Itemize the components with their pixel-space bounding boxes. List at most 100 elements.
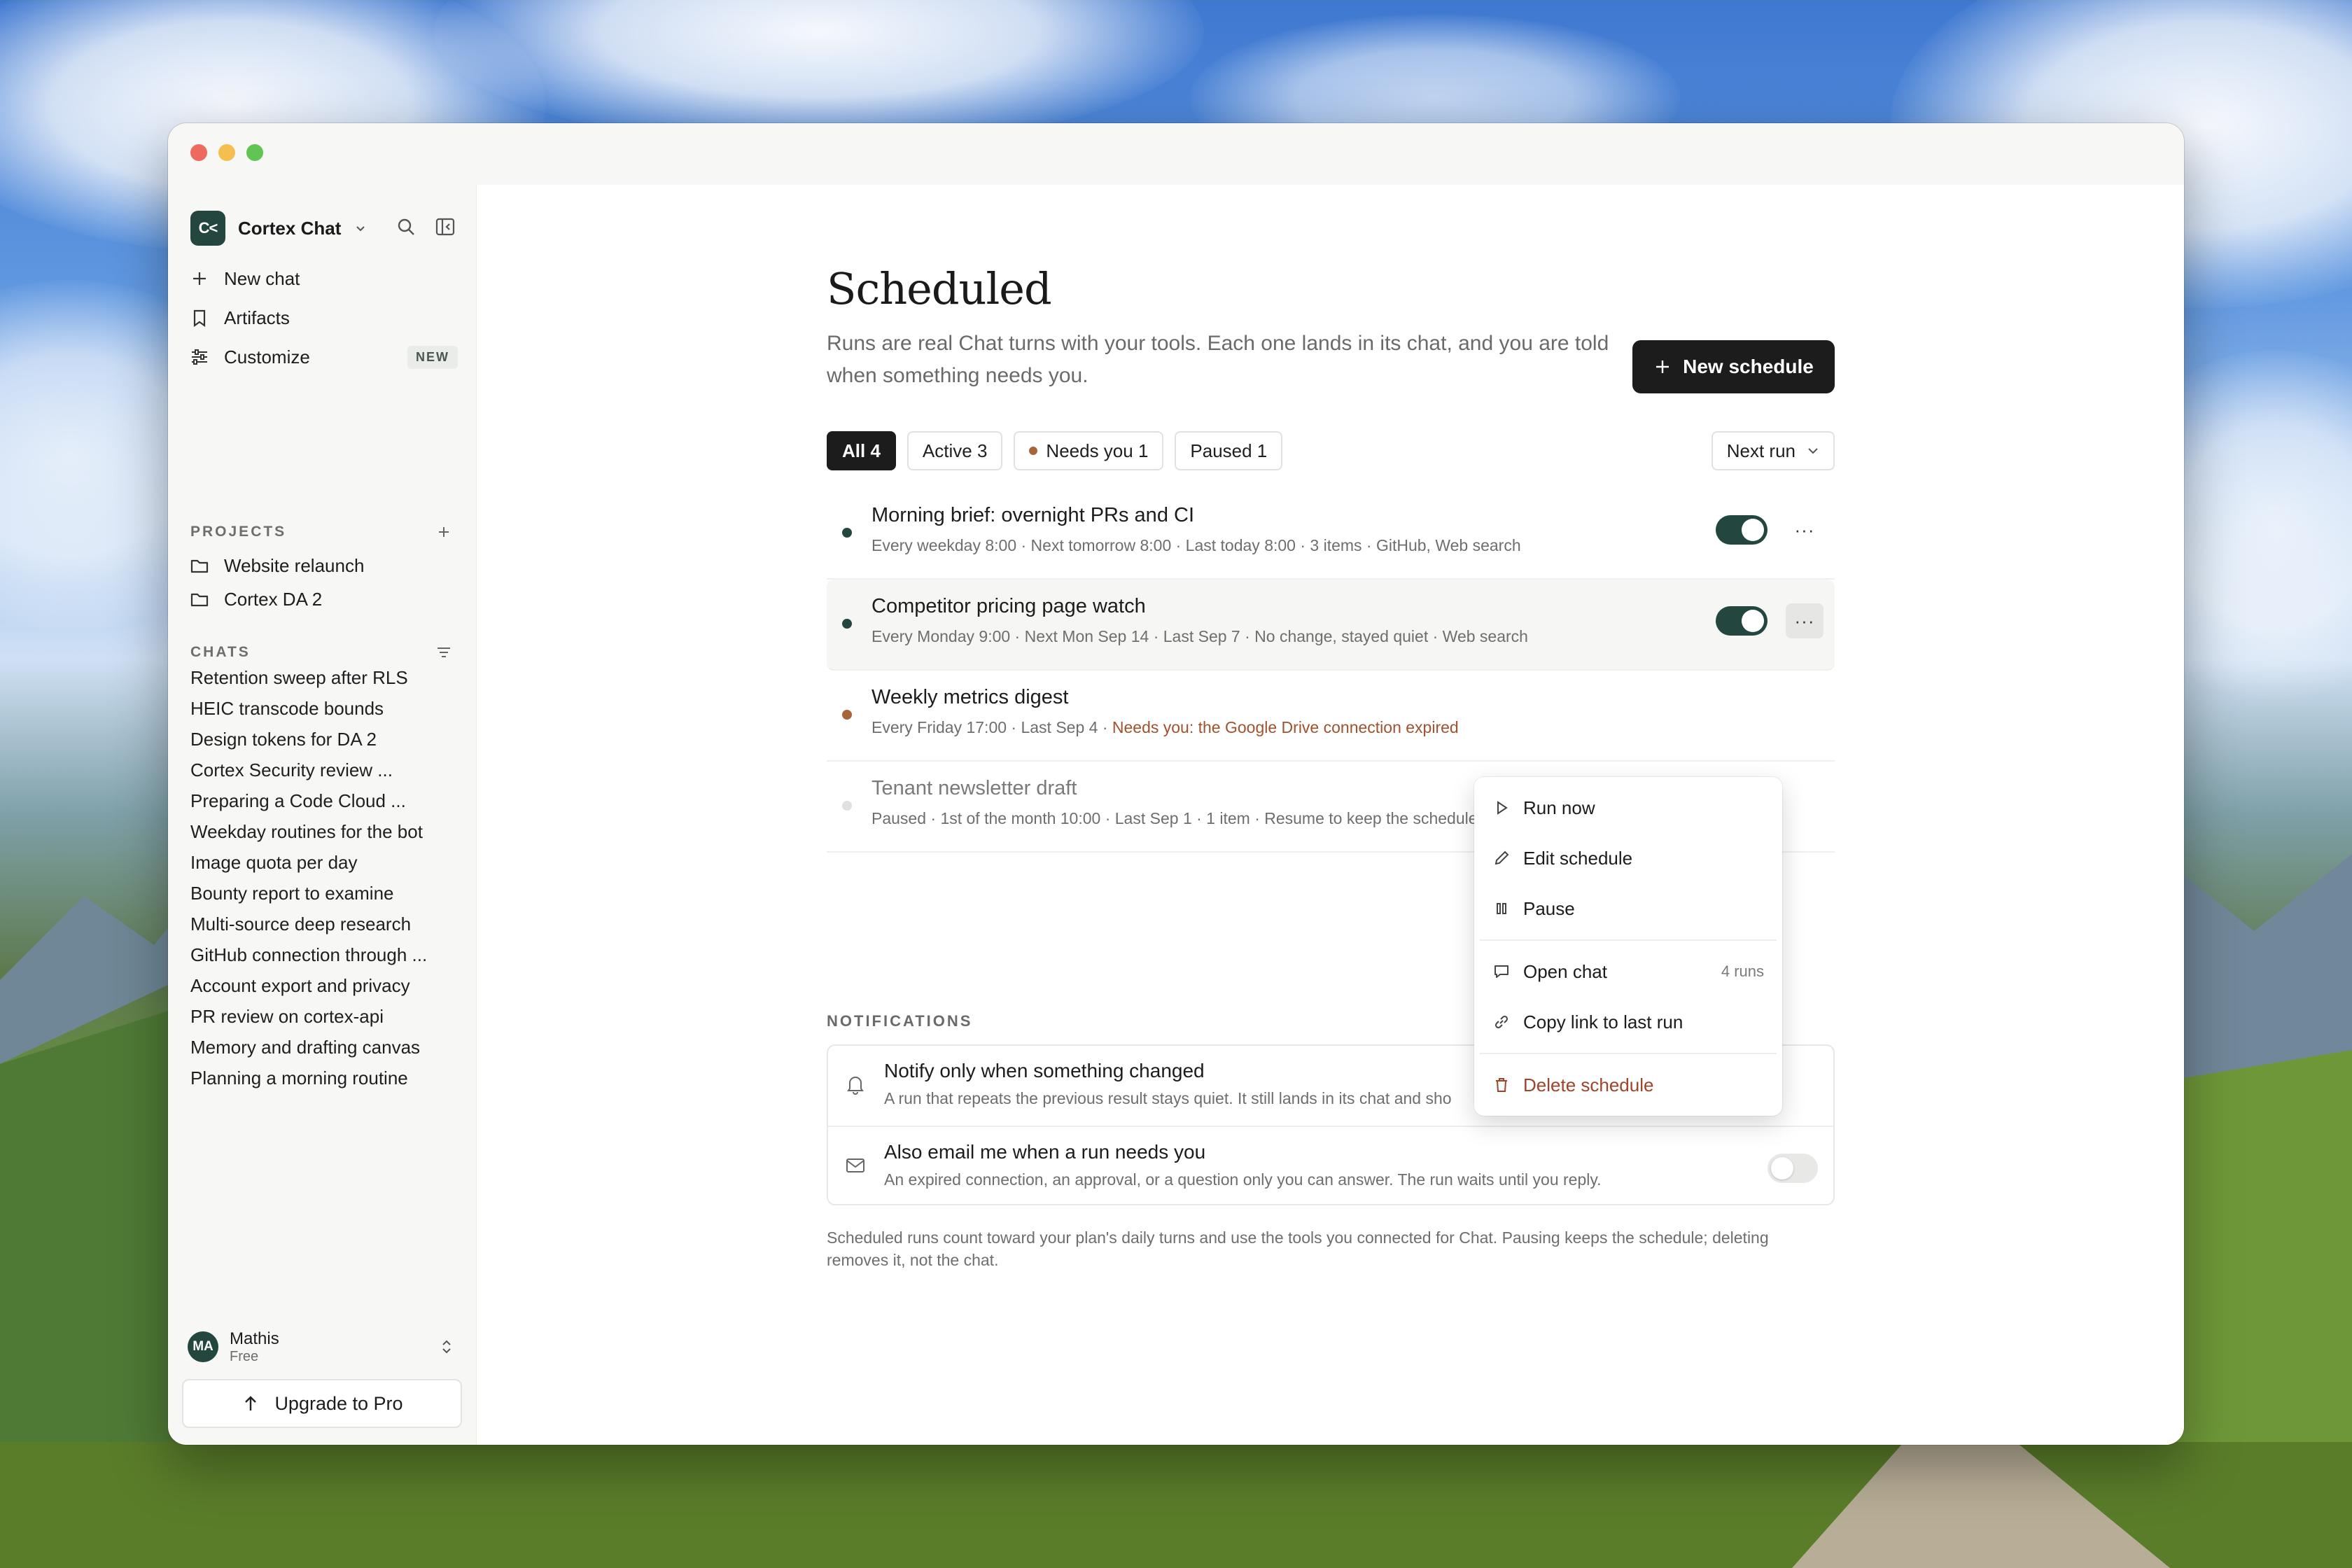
nav-customize[interactable]: Customize NEW bbox=[189, 337, 458, 377]
menu-copy-link[interactable]: Copy link to last run bbox=[1474, 997, 1782, 1047]
upgrade-button[interactable]: Upgrade to Pro bbox=[182, 1379, 462, 1428]
needs-you-dot bbox=[1029, 447, 1038, 455]
menu-label: Open chat bbox=[1523, 960, 1607, 982]
plus-icon bbox=[1656, 360, 1670, 373]
upgrade-label: Upgrade to Pro bbox=[274, 1392, 403, 1414]
new-schedule-label: New schedule bbox=[1683, 356, 1814, 377]
chat-item[interactable]: HEIC transcode bounds bbox=[190, 693, 456, 724]
schedule-row[interactable]: Morning brief: overnight PRs and CI Ever… bbox=[827, 489, 1835, 580]
notification-title: Also email me when a run needs you bbox=[884, 1141, 1206, 1163]
chat-item[interactable]: Design tokens for DA 2 bbox=[190, 724, 456, 755]
menu-label: Delete schedule bbox=[1523, 1074, 1654, 1096]
chat-item[interactable]: Memory and drafting canvas bbox=[190, 1032, 456, 1063]
chevron-down-icon bbox=[356, 226, 365, 232]
arrow-up-icon bbox=[245, 1396, 257, 1410]
schedule-meta: Every weekday 8:00 · Next tomorrow 8:00 … bbox=[872, 536, 1521, 554]
email-toggle[interactable] bbox=[1768, 1154, 1818, 1183]
notifications-heading: NOTIFICATIONS bbox=[827, 1012, 973, 1030]
filter-all[interactable]: All 4 bbox=[827, 431, 896, 470]
page-title: Scheduled bbox=[827, 263, 1052, 314]
more-options-button[interactable]: ··· bbox=[1786, 603, 1823, 638]
more-options-button[interactable]: ··· bbox=[1786, 512, 1823, 547]
menu-open-chat[interactable]: Open chat 4 runs bbox=[1474, 946, 1782, 997]
play-icon bbox=[1497, 801, 1508, 815]
project-item[interactable]: Website relaunch bbox=[189, 549, 458, 582]
folder-icon bbox=[190, 559, 209, 573]
new-schedule-button[interactable]: New schedule bbox=[1632, 340, 1835, 393]
chat-item[interactable]: GitHub connection through ... bbox=[190, 939, 456, 970]
projects-heading: PROJECTS bbox=[190, 524, 287, 540]
schedule-meta: Every Friday 17:00 · Last Sep 4 · Needs … bbox=[872, 718, 1459, 737]
chat-item[interactable]: Multi-source deep research bbox=[190, 909, 456, 939]
notification-desc: An expired connection, an approval, or a… bbox=[884, 1170, 1602, 1189]
run-count: 4 runs bbox=[1721, 962, 1764, 980]
schedule-title: Weekly metrics digest bbox=[872, 686, 1069, 708]
projects-list: Website relaunch Cortex DA 2 bbox=[189, 549, 458, 616]
pause-icon bbox=[1497, 903, 1506, 914]
menu-label: Edit schedule bbox=[1523, 847, 1633, 869]
menu-edit-schedule[interactable]: Edit schedule bbox=[1474, 833, 1782, 883]
filter-needs-you[interactable]: Needs you 1 bbox=[1014, 431, 1164, 470]
chat-bubble-icon bbox=[1494, 965, 1508, 978]
schedule-row[interactable]: Competitor pricing page watch Every Mond… bbox=[827, 580, 1835, 671]
chat-item[interactable]: PR review on cortex-api bbox=[190, 1001, 456, 1032]
close-window-button[interactable] bbox=[190, 144, 207, 161]
filter-active[interactable]: Active 3 bbox=[906, 431, 1003, 470]
bookmark-icon bbox=[193, 309, 206, 328]
filter-label: Needs you 1 bbox=[1046, 440, 1149, 461]
notification-setting: Also email me when a run needs you An ex… bbox=[828, 1126, 1833, 1205]
chat-item[interactable]: Account export and privacy bbox=[190, 970, 456, 1001]
trash-icon bbox=[1496, 1078, 1507, 1092]
nav-new-chat[interactable]: New chat bbox=[189, 259, 458, 298]
collapse-sidebar-icon[interactable] bbox=[434, 216, 456, 238]
status-dot-active bbox=[842, 528, 852, 538]
search-icon[interactable] bbox=[395, 216, 417, 238]
notification-title: Notify only when something changed bbox=[884, 1060, 1205, 1082]
workspace-switcher[interactable]: C< Cortex Chat bbox=[190, 210, 368, 246]
minimize-window-button[interactable] bbox=[218, 144, 235, 161]
menu-divider bbox=[1480, 1053, 1777, 1054]
account-info: Mathis Free bbox=[230, 1329, 279, 1365]
chevron-up-down-icon bbox=[442, 1340, 451, 1354]
window-controls bbox=[190, 144, 263, 161]
chat-item[interactable]: Cortex Security review ... bbox=[190, 755, 456, 785]
schedule-toggle[interactable] bbox=[1716, 515, 1768, 545]
app-window: C< Cortex Chat New chat Artifacts Custom… bbox=[168, 123, 2184, 1445]
sidebar: C< Cortex Chat New chat Artifacts Custom… bbox=[168, 185, 476, 1445]
page-subtitle: Runs are real Chat turns with your tools… bbox=[827, 332, 1609, 387]
new-badge: NEW bbox=[407, 345, 458, 369]
main-panel: Scheduled Runs are real Chat turns with … bbox=[476, 185, 2184, 1445]
primary-nav: New chat Artifacts Customize NEW bbox=[189, 259, 458, 377]
schedule-toggle[interactable] bbox=[1716, 606, 1768, 636]
chat-item[interactable]: Weekday routines for the bot bbox=[190, 816, 456, 847]
add-project-icon[interactable] bbox=[434, 522, 454, 542]
nav-artifacts[interactable]: Artifacts bbox=[189, 298, 458, 337]
workspace-name: Cortex Chat bbox=[238, 217, 342, 239]
chat-item[interactable]: Preparing a Code Cloud ... bbox=[190, 785, 456, 816]
schedule-row[interactable]: Weekly metrics digest Every Friday 17:00… bbox=[827, 671, 1835, 762]
link-icon bbox=[1494, 1015, 1508, 1029]
sort-dropdown[interactable]: Next run bbox=[1711, 431, 1835, 470]
bell-icon bbox=[847, 1077, 864, 1095]
chat-item[interactable]: Image quota per day bbox=[190, 847, 456, 878]
filter-paused[interactable]: Paused 1 bbox=[1175, 431, 1283, 470]
nav-label: Artifacts bbox=[224, 307, 290, 328]
schedule-title: Tenant newsletter draft bbox=[872, 777, 1077, 799]
mail-icon bbox=[846, 1158, 864, 1172]
chat-item[interactable]: Retention sweep after RLS bbox=[190, 662, 456, 693]
zoom-window-button[interactable] bbox=[246, 144, 263, 161]
menu-delete-schedule[interactable]: Delete schedule bbox=[1474, 1060, 1782, 1110]
schedule-meta: Paused · 1st of the month 10:00 · Last S… bbox=[872, 809, 1478, 827]
pencil-icon bbox=[1494, 850, 1509, 865]
project-item[interactable]: Cortex DA 2 bbox=[189, 582, 458, 616]
plus-icon bbox=[193, 272, 206, 285]
needs-you-warning[interactable]: Needs you: the Google Drive connection e… bbox=[1112, 718, 1459, 736]
chat-item[interactable]: Planning a morning routine bbox=[190, 1063, 456, 1093]
menu-run-now[interactable]: Run now bbox=[1474, 783, 1782, 833]
menu-pause[interactable]: Pause bbox=[1474, 883, 1782, 934]
chat-item[interactable]: Bounty report to examine bbox=[190, 878, 456, 909]
menu-label: Copy link to last run bbox=[1523, 1011, 1684, 1032]
chevron-down-icon bbox=[1808, 448, 1818, 454]
filter-icon[interactable] bbox=[434, 643, 454, 662]
account-menu[interactable]: MA Mathis Free bbox=[188, 1324, 456, 1369]
